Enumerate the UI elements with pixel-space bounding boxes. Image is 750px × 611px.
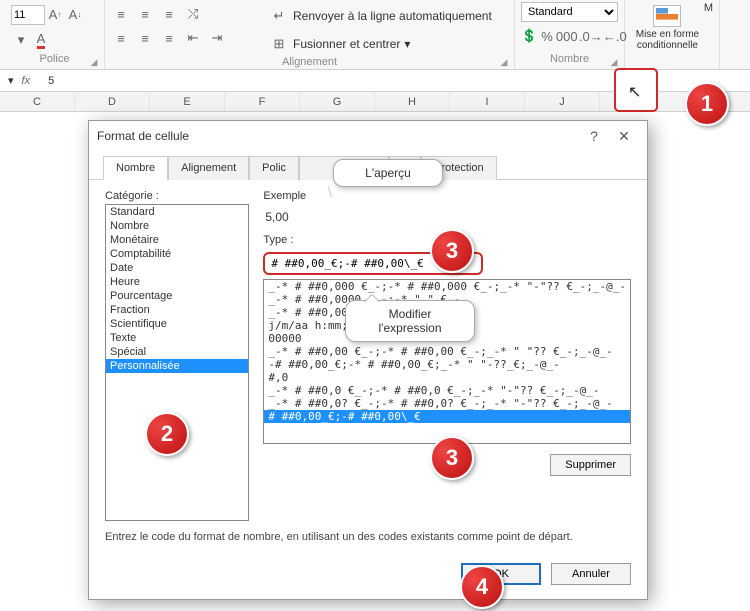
- hint-text: Entrez le code du format de nombre, en u…: [105, 531, 631, 543]
- categorie-item[interactable]: Date: [106, 261, 248, 275]
- decrease-font-icon[interactable]: A↓: [65, 5, 85, 25]
- decrease-decimal-icon[interactable]: ←.0: [605, 26, 625, 46]
- group-police: A↑ A↓ ▾ A Police ◢: [5, 0, 105, 69]
- categorie-item[interactable]: Nombre: [106, 219, 248, 233]
- group-nombre: Standard 💲 % 000 .0→ ←.0 Nombre ◢: [515, 0, 625, 69]
- categorie-item[interactable]: Comptabilité: [106, 247, 248, 261]
- categorie-item[interactable]: Spécial: [106, 345, 248, 359]
- column-header[interactable]: E: [150, 92, 225, 111]
- column-header[interactable]: D: [75, 92, 150, 111]
- callout-apercu: L'aperçu: [333, 159, 443, 187]
- callout-modifier: Modifier l'expression: [345, 300, 475, 342]
- align-top-icon[interactable]: ≡: [111, 4, 131, 24]
- font-color-icon[interactable]: A: [31, 30, 51, 50]
- increase-indent-icon[interactable]: ⇥: [207, 28, 227, 48]
- cond-next-trunc: M: [704, 2, 713, 14]
- annuler-button[interactable]: Annuler: [551, 563, 631, 585]
- format-item[interactable]: #,0: [264, 371, 630, 384]
- decrease-indent-icon[interactable]: ⇤: [183, 28, 203, 48]
- categorie-label: Catégorie :: [105, 190, 249, 202]
- merge-center-button[interactable]: ⊞ Fusionner et centrer ▾: [265, 32, 496, 56]
- categorie-item[interactable]: Personnalisée: [106, 359, 248, 373]
- format-item[interactable]: _-* # ##0,0 €_-;-* # ##0,0 €_-;_-* "-"??…: [264, 384, 630, 397]
- conditional-formatting-label: Mise en forme conditionnelle: [631, 29, 704, 51]
- nombre-launcher-highlight: ↖: [614, 68, 658, 112]
- align-center-icon[interactable]: ≡: [135, 28, 155, 48]
- categorie-list[interactable]: StandardNombreMonétaireComptabilitéDateH…: [105, 204, 249, 521]
- badge-2: 2: [145, 412, 189, 456]
- dialog-titlebar: Format de cellule ? ✕: [89, 121, 647, 151]
- column-header[interactable]: J: [525, 92, 600, 111]
- formula-value[interactable]: 5: [48, 75, 54, 87]
- merge-center-label: Fusionner et centrer: [293, 37, 400, 51]
- categorie-item[interactable]: Fraction: [106, 303, 248, 317]
- format-item[interactable]: _-* # ##0,0? €_-;-* # ##0,0? €_-;_-* "-"…: [264, 397, 630, 410]
- increase-font-icon[interactable]: A↑: [45, 5, 65, 25]
- merge-center-icon: ⊞: [269, 34, 289, 54]
- supprimer-button[interactable]: Supprimer: [550, 454, 631, 476]
- format-cells-dialog: Format de cellule ? ✕ Nombre Alignement …: [88, 120, 648, 600]
- fill-color-icon[interactable]: ▾: [11, 30, 31, 50]
- wrap-text-button[interactable]: ↵ Renvoyer à la ligne automatiquement: [265, 4, 496, 28]
- badge-4: 4: [460, 565, 504, 609]
- group-label-police: Police: [11, 53, 98, 65]
- badge-3-bottom: 3: [430, 436, 474, 480]
- align-left-icon[interactable]: ≡: [111, 28, 131, 48]
- format-item[interactable]: _-* # ##0,000 €_-;-* # ##0,000 €_-;_-* "…: [264, 280, 630, 293]
- categorie-item[interactable]: Standard: [106, 205, 248, 219]
- tab-nombre[interactable]: Nombre: [103, 156, 168, 180]
- badge-3-top: 3: [430, 229, 474, 273]
- dialog-title: Format de cellule: [97, 129, 579, 143]
- exemple-value: 5,00: [263, 208, 631, 230]
- increase-decimal-icon[interactable]: .0→: [581, 26, 601, 46]
- categorie-item[interactable]: Scientifique: [106, 317, 248, 331]
- group-label-nombre: Nombre: [521, 53, 618, 65]
- chevron-down-icon: ▾: [404, 37, 410, 51]
- categorie-item[interactable]: Monétaire: [106, 233, 248, 247]
- conditional-formatting-button[interactable]: Mise en forme conditionnelle: [631, 5, 704, 51]
- column-header[interactable]: G: [300, 92, 375, 111]
- orientation-icon[interactable]: ⤭: [183, 4, 203, 24]
- format-item[interactable]: # ##0,00_€;-# ##0,00\_€: [264, 410, 630, 423]
- help-button[interactable]: ?: [579, 128, 609, 144]
- tab-police[interactable]: Polic: [249, 156, 299, 180]
- format-item[interactable]: -# ##0,00_€;-* # ##0,00_€;_-* " "-??_€;_…: [264, 358, 630, 371]
- ribbon: A↑ A↓ ▾ A Police ◢ ≡ ≡ ≡ ⤭ ≡ ≡ ≡ ⇤ ⇥: [0, 0, 750, 70]
- categorie-item[interactable]: Heure: [106, 275, 248, 289]
- currency-icon[interactable]: 💲: [521, 26, 537, 46]
- wrap-text-icon: ↵: [269, 6, 289, 26]
- wrap-text-label: Renvoyer à la ligne automatiquement: [293, 9, 492, 23]
- tab-alignement[interactable]: Alignement: [168, 156, 249, 180]
- column-header[interactable]: C: [0, 92, 75, 111]
- align-middle-icon[interactable]: ≡: [135, 4, 155, 24]
- thousands-icon[interactable]: 000: [557, 26, 577, 46]
- group-cond: Mise en forme conditionnelle M: [625, 0, 720, 69]
- font-size-input[interactable]: [11, 5, 45, 25]
- dialog-launcher-alignement[interactable]: ◢: [498, 56, 510, 68]
- dialog-launcher-nombre[interactable]: ◢: [608, 56, 620, 68]
- percent-icon[interactable]: %: [541, 26, 553, 46]
- group-alignement: ≡ ≡ ≡ ⤭ ≡ ≡ ≡ ⇤ ⇥ ↵ Renvoyer à la ligne …: [105, 0, 515, 69]
- group-label-alignement: Alignement: [111, 56, 508, 68]
- column-header[interactable]: I: [450, 92, 525, 111]
- close-button[interactable]: ✕: [609, 128, 639, 145]
- cursor-icon: ↖: [628, 82, 641, 102]
- fx-label[interactable]: fx: [22, 75, 31, 87]
- column-header[interactable]: H: [375, 92, 450, 111]
- categorie-item[interactable]: Pourcentage: [106, 289, 248, 303]
- dialog-launcher-police[interactable]: ◢: [88, 56, 100, 68]
- column-header[interactable]: F: [225, 92, 300, 111]
- align-right-icon[interactable]: ≡: [159, 28, 179, 48]
- badge-1: 1: [685, 82, 729, 126]
- categorie-item[interactable]: Texte: [106, 331, 248, 345]
- formula-dropdown-icon[interactable]: ▾: [8, 74, 14, 87]
- align-bottom-icon[interactable]: ≡: [159, 4, 179, 24]
- number-format-select[interactable]: Standard: [521, 2, 618, 22]
- conditional-formatting-icon: [653, 5, 681, 27]
- exemple-label: Exemple: [263, 190, 631, 202]
- format-item[interactable]: _-* # ##0,00 €_-;-* # ##0,00 €_-;_-* " "…: [264, 345, 630, 358]
